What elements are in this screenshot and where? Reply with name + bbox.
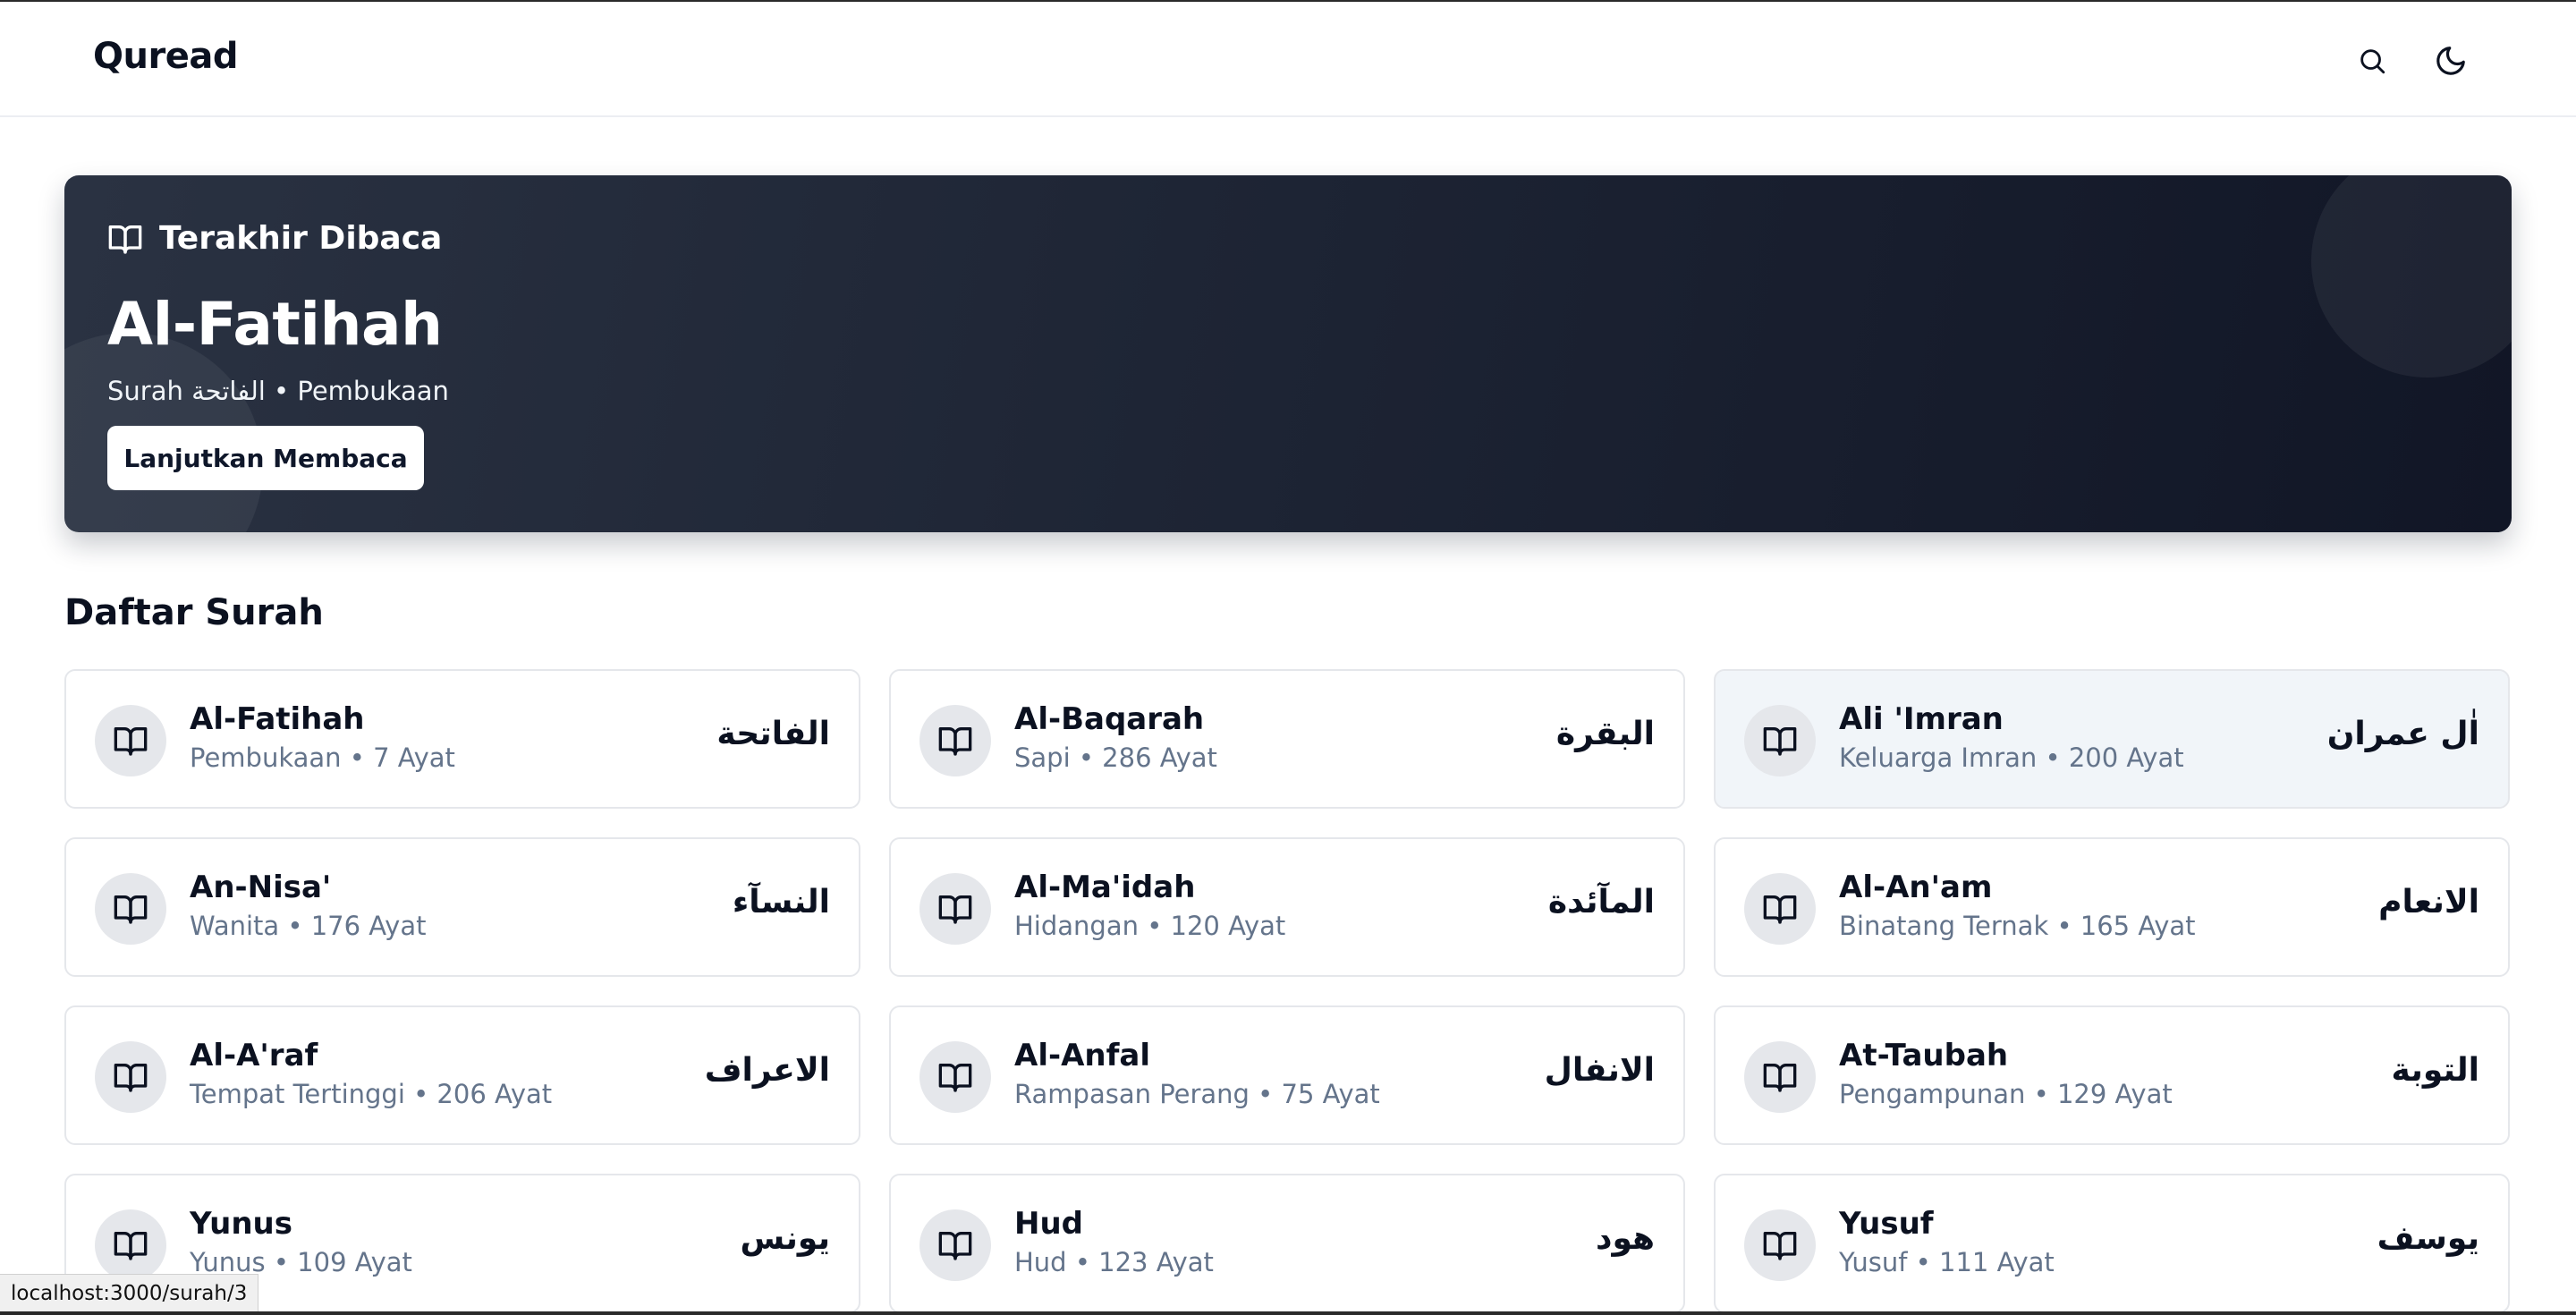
search-icon — [2360, 49, 2385, 74]
surah-meta: Yunus • 109 Ayat — [190, 1247, 412, 1277]
book-open-icon — [1763, 1064, 1797, 1092]
surah-card[interactable]: Al-Ma'idah Hidangan • 120 Ayat المآئدة — [889, 837, 1685, 977]
surah-arabic-name: يوسف — [2377, 1220, 2479, 1257]
surah-arabic-name: التوبة — [2391, 1052, 2479, 1089]
surah-icon-wrapper — [919, 873, 991, 945]
moon-icon — [2436, 47, 2465, 75]
surah-icon-wrapper — [95, 1041, 166, 1113]
continue-reading-button[interactable]: Lanjutkan Membaca — [107, 426, 424, 490]
surah-name: Al-An'am — [1839, 870, 1993, 905]
surah-arabic-name: اٰل عمران — [2326, 716, 2479, 752]
surah-card[interactable]: Al-Baqarah Sapi • 286 Ayat البقرة — [889, 669, 1685, 809]
book-open-icon — [114, 727, 148, 756]
brand-logo[interactable]: Quread — [93, 36, 238, 77]
surah-card[interactable]: Al-An'am Binatang Ternak • 165 Ayat الان… — [1714, 837, 2510, 977]
surah-meta: Pengampunan • 129 Ayat — [1839, 1079, 2173, 1109]
surah-icon-wrapper — [919, 1209, 991, 1281]
surah-name: Al-Fatihah — [190, 701, 365, 737]
surah-card[interactable]: Yusuf Yusuf • 111 Ayat يوسف — [1714, 1174, 2510, 1313]
decorative-circle — [2311, 175, 2512, 378]
surah-arabic-name: يونس — [740, 1220, 831, 1257]
surah-card[interactable]: At-Taubah Pengampunan • 129 Ayat التوبة — [1714, 1005, 2510, 1145]
last-read-banner: Terakhir Dibaca Al-Fatihah Surah الفاتحة… — [64, 175, 2512, 532]
theme-toggle-button[interactable] — [2426, 36, 2476, 86]
surah-arabic-name: الانفال — [1544, 1052, 1655, 1089]
surah-icon-wrapper — [95, 873, 166, 945]
book-open-icon — [938, 727, 972, 756]
surah-icon-wrapper — [919, 1041, 991, 1113]
surah-name: Ali 'Imran — [1839, 701, 2004, 737]
surah-meta: Tempat Tertinggi • 206 Ayat — [190, 1079, 553, 1109]
surah-name: Al-Baqarah — [1014, 701, 1205, 737]
book-open-icon — [938, 895, 972, 924]
link-status-bar: localhost:3000/surah/3 — [0, 1274, 259, 1313]
surah-meta: Sapi • 286 Ayat — [1014, 742, 1217, 773]
window-bottom-border — [0, 1311, 2576, 1315]
surah-arabic-name: الانعام — [2378, 884, 2479, 920]
surah-name: An-Nisa' — [190, 870, 332, 905]
surah-icon-wrapper — [919, 705, 991, 776]
surah-card[interactable]: Al-Anfal Rampasan Perang • 75 Ayat الانف… — [889, 1005, 1685, 1145]
surah-card[interactable]: Al-Fatihah Pembukaan • 7 Ayat الفاتحة — [64, 669, 860, 809]
surah-arabic-name: النسآء — [732, 884, 830, 920]
surah-meta: Keluarga Imran • 200 Ayat — [1839, 742, 2184, 773]
surah-name: Hud — [1014, 1206, 1083, 1242]
surah-meta: Hidangan • 120 Ayat — [1014, 911, 1286, 941]
book-open-icon — [1763, 1232, 1797, 1260]
surah-meta: Yusuf • 111 Ayat — [1839, 1247, 2055, 1277]
surah-card[interactable]: Al-A'raf Tempat Tertinggi • 206 Ayat الا… — [64, 1005, 860, 1145]
surah-arabic-name: البقرة — [1555, 716, 1655, 752]
surah-meta: Pembukaan • 7 Ayat — [190, 742, 455, 773]
surah-arabic-name: المآئدة — [1547, 884, 1655, 920]
book-open-icon — [938, 1232, 972, 1260]
last-read-surah-title: Al-Fatihah — [107, 290, 443, 359]
surah-name: Al-A'raf — [190, 1038, 318, 1073]
book-open-icon — [1763, 895, 1797, 924]
surah-name: Al-Anfal — [1014, 1038, 1150, 1073]
surah-name: Yunus — [190, 1206, 292, 1242]
book-open-icon — [938, 1064, 972, 1092]
last-read-label: Terakhir Dibaca — [107, 220, 442, 257]
surah-icon-wrapper — [1744, 1041, 1816, 1113]
book-open-icon — [114, 1232, 148, 1260]
surah-icon-wrapper — [1744, 1209, 1816, 1281]
surah-icon-wrapper — [95, 705, 166, 776]
surah-list-title: Daftar Surah — [64, 592, 324, 633]
surah-meta: Binatang Ternak • 165 Ayat — [1839, 911, 2196, 941]
book-open-icon — [1763, 727, 1797, 756]
surah-icon-wrapper — [95, 1209, 166, 1281]
surah-icon-wrapper — [1744, 873, 1816, 945]
surah-arabic-name: الفاتحة — [716, 716, 830, 752]
surah-meta: Hud • 123 Ayat — [1014, 1247, 1214, 1277]
surah-arabic-name: هود — [1595, 1220, 1655, 1257]
surah-card[interactable]: Hud Hud • 123 Ayat هود — [889, 1174, 1685, 1313]
last-read-heading: Terakhir Dibaca — [159, 220, 443, 257]
surah-card[interactable]: Ali 'Imran Keluarga Imran • 200 Ayat اٰل… — [1714, 669, 2510, 809]
surah-name: Al-Ma'idah — [1014, 870, 1196, 905]
surah-meta: Rampasan Perang • 75 Ayat — [1014, 1079, 1380, 1109]
surah-grid: Al-Fatihah Pembukaan • 7 Ayat الفاتحة Al… — [64, 669, 2512, 1313]
search-button[interactable] — [2347, 36, 2397, 86]
book-open-icon — [114, 1064, 148, 1092]
last-read-subtitle: Surah الفاتحة • Pembukaan — [107, 376, 449, 406]
surah-card[interactable]: An-Nisa' Wanita • 176 Ayat النسآء — [64, 837, 860, 977]
surah-meta: Wanita • 176 Ayat — [190, 911, 427, 941]
surah-name: Yusuf — [1839, 1206, 1934, 1242]
surah-icon-wrapper — [1744, 705, 1816, 776]
book-open-icon — [114, 895, 148, 924]
top-navbar: Quread — [0, 2, 2576, 117]
surah-arabic-name: الاعراف — [704, 1052, 830, 1089]
book-open-icon — [108, 225, 142, 254]
surah-name: At-Taubah — [1839, 1038, 2009, 1073]
